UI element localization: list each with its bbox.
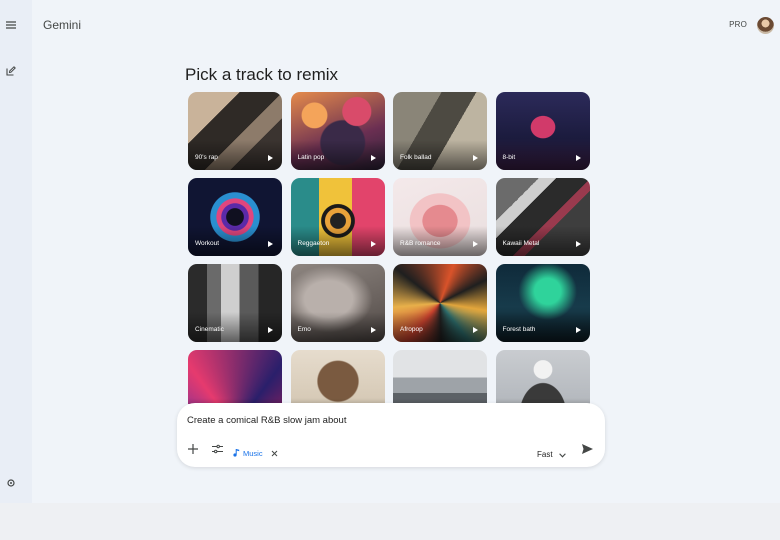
add-icon[interactable] — [187, 443, 199, 455]
music-chip-label: Music — [243, 448, 263, 458]
track-tile[interactable]: 8-bit — [495, 92, 590, 170]
track-label: R&B romance — [400, 240, 441, 247]
app-title: Gemini — [43, 18, 82, 32]
menu-icon[interactable] — [3, 17, 19, 33]
track-label: 90's rap — [195, 154, 218, 161]
play-icon[interactable] — [267, 155, 273, 161]
play-icon[interactable] — [370, 241, 376, 247]
track-tile[interactable]: Reggaeton — [290, 178, 385, 256]
app-window: Gemini PRO Pick a track to remix 90's ra… — [0, 0, 780, 503]
track-label: Afropop — [400, 326, 423, 333]
edit-icon[interactable] — [3, 63, 19, 79]
taskbar-strip — [0, 503, 780, 540]
track-label: 8-bit — [502, 154, 516, 161]
prompt-composer: Create a comical R&B slow jam about Musi… — [177, 403, 605, 467]
chevron-down-icon — [558, 445, 566, 463]
track-label: Emo — [297, 326, 311, 333]
tools-icon[interactable] — [211, 443, 223, 455]
track-tile[interactable]: Cinematic — [188, 264, 282, 342]
model-selector[interactable]: Fast — [537, 445, 566, 463]
track-tile[interactable] — [393, 350, 487, 404]
track-tile[interactable] — [290, 350, 385, 404]
send-icon[interactable] — [581, 443, 593, 455]
close-icon[interactable] — [271, 449, 279, 457]
track-tile[interactable]: Latin pop — [290, 92, 385, 170]
settings-icon[interactable] — [3, 475, 19, 491]
sidebar — [0, 0, 32, 503]
track-label: Workout — [195, 240, 220, 247]
track-tile[interactable]: 90's rap — [188, 92, 282, 170]
play-icon[interactable] — [575, 241, 581, 247]
track-label: Cinematic — [195, 326, 224, 333]
top-bar: Gemini PRO — [32, 0, 780, 50]
play-icon[interactable] — [370, 155, 376, 161]
track-tile[interactable]: Workout — [188, 178, 282, 256]
track-label: Kawaii Metal — [502, 240, 540, 247]
avatar[interactable] — [757, 17, 774, 34]
model-label: Fast — [537, 449, 553, 459]
track-label: Reggaeton — [297, 240, 330, 247]
track-tile[interactable]: Afropop — [393, 264, 487, 342]
track-tile[interactable]: Forest bath — [495, 264, 590, 342]
track-tile[interactable]: R&B romance — [393, 178, 487, 256]
track-grid: 90's rap Latin pop Folk ballad 8-bit Wor… — [188, 92, 594, 404]
track-tile[interactable]: Kawaii Metal — [495, 178, 590, 256]
play-icon[interactable] — [472, 155, 478, 161]
pro-badge: PRO — [729, 20, 747, 29]
play-icon[interactable] — [472, 241, 478, 247]
play-icon[interactable] — [472, 327, 478, 333]
play-icon[interactable] — [575, 327, 581, 333]
play-icon[interactable] — [267, 241, 273, 247]
music-note-icon — [233, 444, 240, 462]
prompt-input[interactable]: Create a comical R&B slow jam about — [187, 415, 346, 426]
play-icon[interactable] — [575, 155, 581, 161]
page-title: Pick a track to remix — [185, 65, 339, 84]
track-tile[interactable] — [188, 350, 282, 404]
track-tile[interactable]: Emo — [290, 264, 385, 342]
track-label: Folk ballad — [400, 154, 432, 161]
play-icon[interactable] — [267, 327, 273, 333]
track-tile[interactable]: Folk ballad — [393, 92, 487, 170]
track-label: Latin pop — [297, 154, 325, 161]
play-icon[interactable] — [370, 327, 376, 333]
track-tile[interactable] — [495, 350, 590, 404]
music-chip[interactable]: Music — [233, 444, 279, 462]
track-label: Forest bath — [502, 326, 536, 333]
